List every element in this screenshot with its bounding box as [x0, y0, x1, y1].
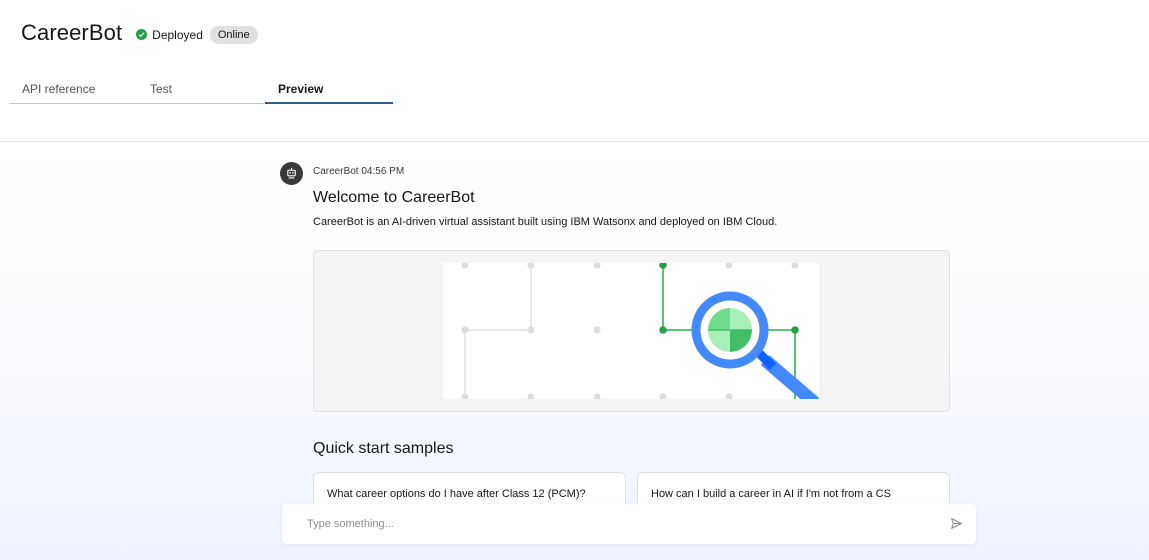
- welcome-heading: Welcome to CareerBot: [313, 189, 475, 206]
- app-title: CareerBot: [21, 20, 123, 45]
- magnifier-network-icon: [461, 263, 819, 399]
- quick-start-title: Quick start samples: [313, 440, 454, 457]
- bot-name: CareerBot: [313, 166, 359, 177]
- tab-list: API reference Test Preview: [9, 78, 393, 104]
- status-label: Deployed: [152, 27, 203, 42]
- tab-preview[interactable]: Preview: [265, 78, 393, 104]
- welcome-description: CareerBot is an AI-driven virtual assist…: [313, 216, 778, 228]
- search-illustration: [443, 263, 819, 399]
- tab-test[interactable]: Test: [137, 78, 265, 104]
- message-input[interactable]: [307, 518, 907, 530]
- chat-input-bar: [282, 504, 976, 544]
- checkmark-icon: [136, 29, 148, 40]
- send-icon[interactable]: [950, 517, 964, 531]
- title-row: CareerBot Deployed Online: [21, 20, 258, 46]
- message-time: 04:56 PM: [361, 166, 405, 177]
- deployment-status: Deployed: [136, 28, 203, 42]
- online-badge: Online: [209, 25, 258, 44]
- bot-avatar-icon: [280, 162, 303, 185]
- chat-area[interactable]: CareerBot 04:56 PM Welcome to CareerBot …: [0, 142, 1149, 560]
- tab-api-reference[interactable]: API reference: [9, 78, 137, 104]
- message-meta: CareerBot 04:56 PM: [313, 166, 404, 177]
- page-header: CareerBot Deployed Online API reference …: [0, 0, 1149, 142]
- welcome-image-card: [313, 250, 950, 412]
